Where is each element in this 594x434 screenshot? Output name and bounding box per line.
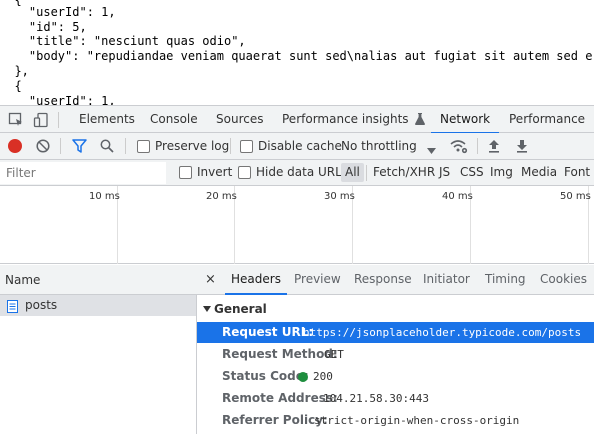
json-line: "userId": 1,: [0, 94, 116, 105]
header-row-request-url[interactable]: Request URL: https://jsonplaceholder.typ…: [197, 322, 594, 343]
tab-response[interactable]: Response: [354, 265, 412, 294]
record-button[interactable]: [8, 139, 22, 153]
header-key: Request URL:: [222, 325, 314, 339]
header-row-status-code[interactable]: Status Code: 200: [197, 366, 594, 387]
filter-type-all[interactable]: All: [341, 163, 364, 182]
name-column-header[interactable]: Name: [0, 265, 197, 295]
request-name: posts: [25, 298, 58, 312]
triangle-down-icon: [203, 301, 211, 315]
header-key: Request Method:: [222, 347, 338, 361]
flask-icon: [415, 108, 426, 135]
json-line: "id": 5,: [0, 20, 87, 34]
network-toolbar: Preserve log Disable cache No throttling: [0, 133, 594, 160]
hide-data-urls-checkbox[interactable]: [238, 166, 251, 179]
divider: [230, 138, 231, 154]
json-line: {: [0, 79, 22, 93]
tab-elements[interactable]: Elements: [79, 106, 135, 133]
header-value: GET: [324, 348, 344, 361]
disable-cache-checkbox[interactable]: [240, 140, 253, 153]
clear-icon[interactable]: [36, 139, 50, 156]
status-ok-icon: [298, 372, 308, 382]
json-viewer: { "userId": 1, "id": 5, "title": "nesciu…: [0, 0, 594, 105]
filter-input[interactable]: [0, 162, 166, 184]
tab-performance[interactable]: Performance: [509, 106, 585, 133]
filter-bar: Invert Hide data URLs All Fetch/XHR JS C…: [0, 160, 594, 186]
import-har-icon[interactable]: [488, 139, 500, 156]
preserve-log-label: Preserve log: [155, 139, 230, 153]
tab-console[interactable]: Console: [150, 106, 198, 133]
device-toolbar-icon[interactable]: [33, 112, 49, 128]
request-list: Name posts: [0, 265, 197, 434]
tab-sources[interactable]: Sources: [216, 106, 263, 133]
throttling-select[interactable]: No throttling: [341, 133, 417, 159]
filter-type-js[interactable]: JS: [439, 160, 450, 185]
header-row-remote-address[interactable]: Remote Address: 104.21.58.30:443: [197, 388, 594, 409]
header-value: 104.21.58.30:443: [323, 392, 429, 405]
tab-label: Performance insights: [282, 112, 409, 126]
filter-type-font[interactable]: Font: [564, 160, 590, 185]
general-section-header[interactable]: General: [203, 301, 267, 316]
network-conditions-icon[interactable]: [450, 138, 468, 157]
hide-data-urls-label: Hide data URLs: [256, 165, 349, 179]
json-line: "body": "repudiandae veniam quaerat sunt…: [0, 49, 593, 63]
invert-label: Invert: [197, 165, 233, 179]
divider: [366, 165, 367, 181]
tab-network[interactable]: Network: [430, 106, 500, 134]
filter-type-css[interactable]: CSS: [460, 160, 484, 185]
timeline-tick-label: 20 ms: [206, 191, 237, 202]
divider: [60, 138, 61, 154]
header-key: Referrer Policy:: [222, 413, 328, 427]
json-line: "title": "nesciunt quas odio",: [0, 34, 246, 48]
inspect-element-icon[interactable]: [8, 112, 24, 128]
timeline-tick-label: 40 ms: [442, 191, 473, 202]
timeline-tick-label: 30 ms: [324, 191, 355, 202]
tab-cookies[interactable]: Cookies: [540, 265, 587, 294]
header-value: 200: [313, 370, 333, 383]
document-icon: [7, 299, 18, 320]
request-details: × Headers Preview Response Initiator Tim…: [197, 265, 594, 434]
json-line: },: [0, 64, 29, 78]
timeline-tick-label: 10 ms: [89, 191, 120, 202]
filter-type-img[interactable]: Img: [490, 160, 513, 185]
divider: [58, 112, 59, 128]
details-tabbar: × Headers Preview Response Initiator Tim…: [197, 265, 594, 295]
network-overview-timeline[interactable]: 10 ms 20 ms 30 ms 40 ms 50 ms: [0, 186, 594, 264]
filter-type-media[interactable]: Media: [521, 160, 557, 185]
filter-icon[interactable]: [72, 139, 87, 156]
preserve-log-checkbox[interactable]: [137, 140, 150, 153]
header-row-request-method[interactable]: Request Method: GET: [197, 344, 594, 365]
request-row[interactable]: posts: [0, 295, 196, 316]
filter-type-fetch-xhr[interactable]: Fetch/XHR: [373, 160, 435, 185]
tab-initiator[interactable]: Initiator: [423, 265, 470, 294]
header-row-referrer-policy[interactable]: Referrer Policy: strict-origin-when-cros…: [197, 410, 594, 431]
tab-preview[interactable]: Preview: [294, 265, 341, 294]
devtools-tabbar: Elements Console Sources Performance ins…: [0, 105, 594, 135]
header-key: Status Code:: [222, 369, 309, 383]
tab-performance-insights[interactable]: Performance insights: [282, 106, 426, 135]
divider: [477, 138, 478, 154]
search-icon[interactable]: [100, 139, 114, 156]
header-key: Remote Address:: [222, 391, 338, 405]
divider: [125, 138, 126, 154]
header-value: strict-origin-when-cross-origin: [314, 414, 520, 427]
json-line: "userId": 1,: [0, 5, 116, 19]
tab-timing[interactable]: Timing: [485, 265, 526, 294]
general-section-title: General: [214, 302, 267, 316]
invert-checkbox[interactable]: [179, 166, 192, 179]
header-value: https://jsonplaceholder.typicode.com/pos…: [303, 326, 582, 339]
disable-cache-label: Disable cache: [258, 139, 342, 153]
chevron-down-icon[interactable]: [427, 143, 436, 157]
tab-headers[interactable]: Headers: [225, 265, 287, 295]
export-har-icon[interactable]: [516, 139, 528, 156]
close-details-button[interactable]: ×: [205, 265, 216, 294]
timeline-tick-label: 50 ms: [560, 191, 591, 202]
